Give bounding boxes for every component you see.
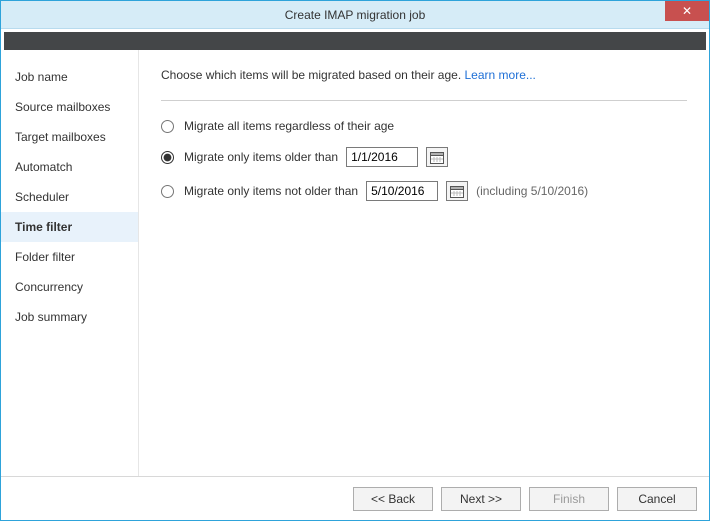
label-migrate-older: Migrate only items older than bbox=[184, 150, 338, 164]
option-migrate-all-row: Migrate all items regardless of their ag… bbox=[161, 119, 687, 133]
date-not-older-input[interactable] bbox=[366, 181, 438, 201]
sidebar-item-job-name[interactable]: Job name bbox=[1, 62, 138, 92]
sidebar-item-folder-filter[interactable]: Folder filter bbox=[1, 242, 138, 272]
titlebar: Create IMAP migration job ✕ bbox=[1, 1, 709, 29]
option-migrate-not-older-row: Migrate only items not older than (inclu… bbox=[161, 181, 687, 201]
wizard-body: Job name Source mailboxes Target mailbox… bbox=[1, 50, 709, 476]
close-button[interactable]: ✕ bbox=[665, 1, 709, 21]
sidebar-item-label: Job summary bbox=[15, 310, 87, 324]
radio-migrate-older[interactable] bbox=[161, 151, 174, 164]
back-button[interactable]: << Back bbox=[353, 487, 433, 511]
calendar-icon bbox=[450, 185, 464, 198]
sidebar-item-label: Source mailboxes bbox=[15, 100, 110, 114]
calendar-icon bbox=[430, 151, 444, 164]
sidebar-item-source-mailboxes[interactable]: Source mailboxes bbox=[1, 92, 138, 122]
sidebar-item-concurrency[interactable]: Concurrency bbox=[1, 272, 138, 302]
sidebar-item-label: Automatch bbox=[15, 160, 72, 174]
window-title: Create IMAP migration job bbox=[285, 8, 426, 22]
sidebar-item-label: Time filter bbox=[15, 220, 72, 234]
radio-migrate-not-older[interactable] bbox=[161, 185, 174, 198]
toolbar-strip bbox=[4, 32, 706, 50]
wizard-content: Choose which items will be migrated base… bbox=[139, 50, 709, 476]
divider bbox=[161, 100, 687, 101]
cancel-button[interactable]: Cancel bbox=[617, 487, 697, 511]
sidebar-item-label: Target mailboxes bbox=[15, 130, 106, 144]
wizard-sidebar: Job name Source mailboxes Target mailbox… bbox=[1, 50, 139, 476]
sidebar-item-time-filter[interactable]: Time filter bbox=[1, 212, 138, 242]
next-button[interactable]: Next >> bbox=[441, 487, 521, 511]
sidebar-item-automatch[interactable]: Automatch bbox=[1, 152, 138, 182]
wizard-footer: << Back Next >> Finish Cancel bbox=[1, 476, 709, 520]
sidebar-item-label: Job name bbox=[15, 70, 68, 84]
label-migrate-not-older: Migrate only items not older than bbox=[184, 184, 358, 198]
sidebar-item-job-summary[interactable]: Job summary bbox=[1, 302, 138, 332]
intro-text-row: Choose which items will be migrated base… bbox=[161, 68, 687, 82]
including-note: (including 5/10/2016) bbox=[476, 184, 588, 198]
date-not-older-picker-button[interactable] bbox=[446, 181, 468, 201]
sidebar-item-scheduler[interactable]: Scheduler bbox=[1, 182, 138, 212]
sidebar-item-label: Folder filter bbox=[15, 250, 75, 264]
date-older-input[interactable] bbox=[346, 147, 418, 167]
date-older-picker-button[interactable] bbox=[426, 147, 448, 167]
option-migrate-older-row: Migrate only items older than bbox=[161, 147, 687, 167]
wizard-window: Create IMAP migration job ✕ Job name Sou… bbox=[0, 0, 710, 521]
sidebar-item-label: Concurrency bbox=[15, 280, 83, 294]
learn-more-link[interactable]: Learn more... bbox=[465, 68, 536, 82]
finish-button[interactable]: Finish bbox=[529, 487, 609, 511]
label-migrate-all: Migrate all items regardless of their ag… bbox=[184, 119, 394, 133]
close-icon: ✕ bbox=[682, 5, 692, 17]
sidebar-item-target-mailboxes[interactable]: Target mailboxes bbox=[1, 122, 138, 152]
intro-text: Choose which items will be migrated base… bbox=[161, 68, 465, 82]
radio-migrate-all[interactable] bbox=[161, 120, 174, 133]
sidebar-item-label: Scheduler bbox=[15, 190, 69, 204]
